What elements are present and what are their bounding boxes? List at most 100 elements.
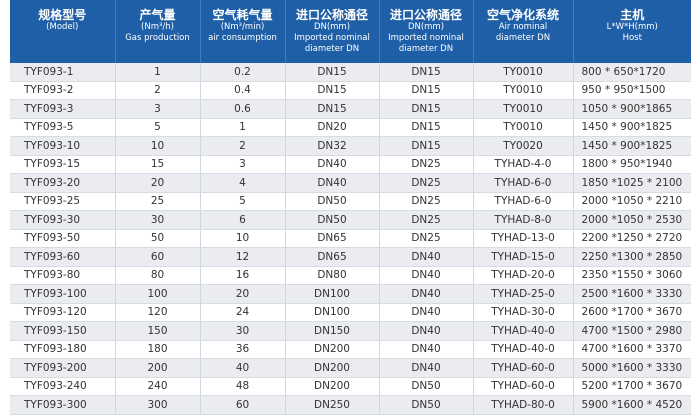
cell-model: TYF093-50 (10, 229, 115, 248)
cell-inlet-dn-2: DN40 (379, 285, 473, 304)
cell-model: TYF093-300 (10, 396, 115, 415)
header-inlet-dn-1-unit: DN(mm) (286, 22, 379, 33)
header-inlet-dn-2-unit: DN(mm) (380, 22, 473, 33)
cell-gas-production: 300 (115, 396, 200, 415)
table-row: TYF093-15153DN40DN25TYHAD-4-01800 * 950*… (10, 155, 691, 174)
cell-inlet-dn-2: DN40 (379, 248, 473, 267)
cell-gas-production: 100 (115, 285, 200, 304)
table-row: TYF093-20020040DN200DN40TYHAD-60-05000 *… (10, 359, 691, 378)
cell-host: 4700 *1500 * 2980 (573, 322, 691, 341)
cell-model: TYF093-5 (10, 118, 115, 137)
table-row: TYF093-505010DN65DN25TYHAD-13-02200 *125… (10, 229, 691, 248)
cell-model: TYF093-2 (10, 81, 115, 100)
cell-model: TYF093-30 (10, 211, 115, 230)
header-air-consumption-title: 空气耗气量 (201, 8, 285, 22)
header-gas-production-title: 产气量 (116, 8, 200, 22)
cell-air-purification: TYHAD-20-0 (473, 266, 573, 285)
table-row: TYF093-20204DN40DN25TYHAD-6-01850 *1025 … (10, 174, 691, 193)
cell-inlet-dn-1: DN40 (285, 174, 379, 193)
cell-gas-production: 10 (115, 137, 200, 156)
cell-air-consumption: 60 (200, 396, 285, 415)
cell-model: TYF093-240 (10, 377, 115, 396)
cell-air-consumption: 1 (200, 118, 285, 137)
cell-inlet-dn-1: DN20 (285, 118, 379, 137)
cell-inlet-dn-2: DN25 (379, 174, 473, 193)
cell-inlet-dn-2: DN40 (379, 322, 473, 341)
cell-inlet-dn-1: DN150 (285, 322, 379, 341)
cell-inlet-dn-1: DN200 (285, 359, 379, 378)
cell-model: TYF093-15 (10, 155, 115, 174)
cell-model: TYF093-20 (10, 174, 115, 193)
cell-host: 2200 *1250 * 2720 (573, 229, 691, 248)
cell-gas-production: 120 (115, 303, 200, 322)
cell-air-consumption: 20 (200, 285, 285, 304)
cell-air-consumption: 0.2 (200, 63, 285, 81)
cell-inlet-dn-2: DN15 (379, 118, 473, 137)
cell-host: 2500 *1600 * 3330 (573, 285, 691, 304)
table-header: 规格型号 (Model) 产气量 (Nm³/h) Gas production … (10, 0, 691, 63)
cell-gas-production: 240 (115, 377, 200, 396)
table-row: TYF093-18018036DN200DN40TYHAD-40-04700 *… (10, 340, 691, 359)
cell-air-purification: TYHAD-40-0 (473, 322, 573, 341)
cell-model: TYF093-25 (10, 192, 115, 211)
header-inlet-dn-2-title: 进口公称通径 (380, 8, 473, 22)
cell-air-consumption: 24 (200, 303, 285, 322)
header-air-purification-title: 空气净化系统 (474, 8, 573, 22)
cell-air-consumption: 3 (200, 155, 285, 174)
cell-inlet-dn-1: DN32 (285, 137, 379, 156)
table-row: TYF093-330.6DN15DN15TY00101050 * 900*186… (10, 100, 691, 119)
cell-host: 5000 *1600 * 3330 (573, 359, 691, 378)
cell-host: 4700 *1600 * 3370 (573, 340, 691, 359)
cell-air-consumption: 0.6 (200, 100, 285, 119)
cell-air-purification: TYHAD-6-0 (473, 192, 573, 211)
cell-inlet-dn-1: DN15 (285, 63, 379, 81)
cell-inlet-dn-2: DN40 (379, 303, 473, 322)
cell-air-purification: TYHAD-6-0 (473, 174, 573, 193)
cell-air-purification: TY0010 (473, 63, 573, 81)
cell-air-purification: TYHAD-8-0 (473, 211, 573, 230)
cell-gas-production: 15 (115, 155, 200, 174)
cell-air-consumption: 5 (200, 192, 285, 211)
cell-inlet-dn-1: DN65 (285, 248, 379, 267)
table-row: TYF093-606012DN65DN40TYHAD-15-02250 *130… (10, 248, 691, 267)
cell-model: TYF093-120 (10, 303, 115, 322)
cell-air-consumption: 10 (200, 229, 285, 248)
cell-model: TYF093-60 (10, 248, 115, 267)
header-air-consumption-unit: (Nm³/min) (201, 22, 285, 33)
table-row: TYF093-24024048DN200DN50TYHAD-60-05200 *… (10, 377, 691, 396)
cell-air-purification: TY0010 (473, 118, 573, 137)
cell-inlet-dn-1: DN50 (285, 211, 379, 230)
header-air-consumption-en: air consumption (201, 33, 285, 44)
cell-gas-production: 3 (115, 100, 200, 119)
cell-air-purification: TYHAD-25-0 (473, 285, 573, 304)
table-row: TYF093-10010020DN100DN40TYHAD-25-02500 *… (10, 285, 691, 304)
cell-air-consumption: 6 (200, 211, 285, 230)
cell-inlet-dn-2: DN25 (379, 229, 473, 248)
header-host: 主机 L*W*H(mm) Host (573, 0, 691, 63)
cell-gas-production: 20 (115, 174, 200, 193)
cell-inlet-dn-2: DN25 (379, 211, 473, 230)
cell-air-consumption: 4 (200, 174, 285, 193)
cell-gas-production: 50 (115, 229, 200, 248)
cell-inlet-dn-1: DN200 (285, 340, 379, 359)
cell-air-consumption: 2 (200, 137, 285, 156)
cell-inlet-dn-1: DN65 (285, 229, 379, 248)
header-host-en: Host (574, 33, 691, 44)
cell-inlet-dn-1: DN100 (285, 285, 379, 304)
cell-host: 5900 *1600 * 4520 (573, 396, 691, 415)
cell-inlet-dn-2: DN15 (379, 137, 473, 156)
cell-host: 800 * 650*1720 (573, 63, 691, 81)
header-air-purification-en-2: diameter DN (474, 33, 573, 44)
cell-gas-production: 30 (115, 211, 200, 230)
cell-host: 1450 * 900*1825 (573, 118, 691, 137)
cell-gas-production: 80 (115, 266, 200, 285)
cell-air-consumption: 36 (200, 340, 285, 359)
cell-model: TYF093-1 (10, 63, 115, 81)
header-inlet-dn-1: 进口公称通径 DN(mm) Imported nominal diameter … (285, 0, 379, 63)
cell-air-purification: TYHAD-60-0 (473, 359, 573, 378)
cell-model: TYF093-3 (10, 100, 115, 119)
cell-air-purification: TYHAD-40-0 (473, 340, 573, 359)
cell-gas-production: 1 (115, 63, 200, 81)
cell-inlet-dn-1: DN250 (285, 396, 379, 415)
header-inlet-dn-1-en-2: diameter DN (286, 44, 379, 55)
